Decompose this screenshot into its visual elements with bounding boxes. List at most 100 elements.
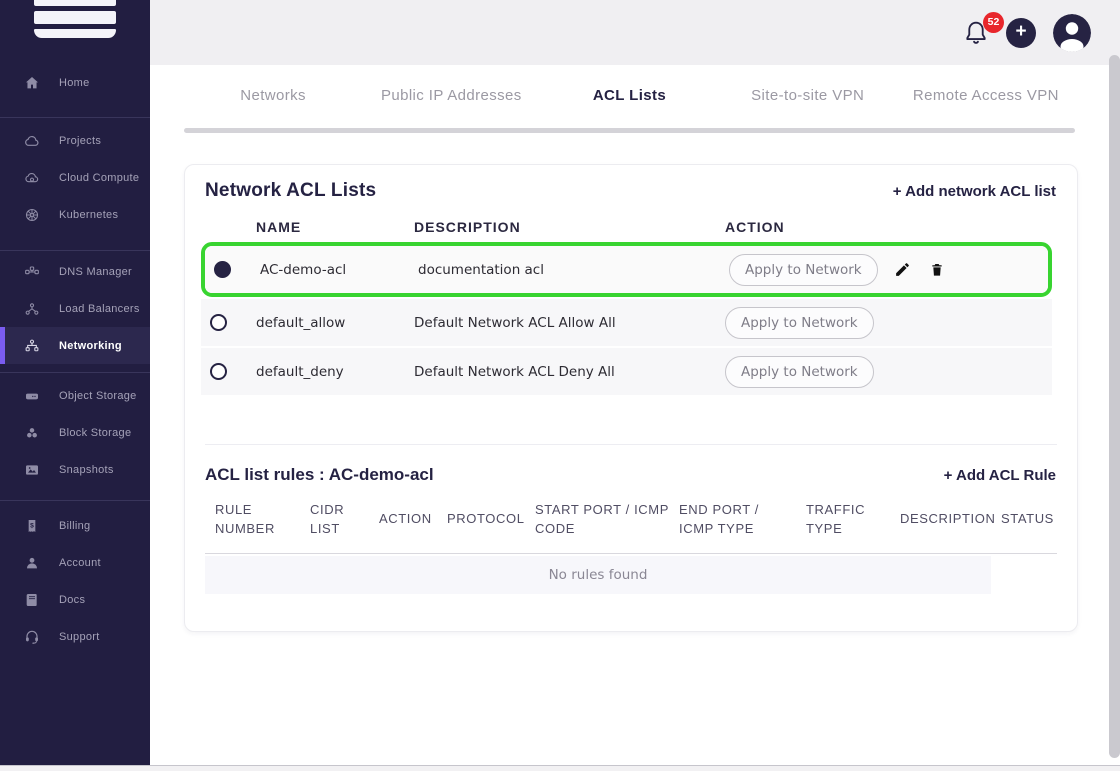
sidebar-item-label: Object Storage xyxy=(59,390,137,402)
image-icon xyxy=(24,462,40,478)
column-header-rule-number: RULE NUMBER xyxy=(215,501,310,539)
column-header-description: DESCRIPTION xyxy=(900,510,1001,529)
sidebar-item-load-balancers[interactable]: Load Balancers xyxy=(0,290,150,327)
sidebar-item-label: Block Storage xyxy=(59,427,131,439)
network-tree-icon xyxy=(24,338,40,354)
acl-name: default_deny xyxy=(256,364,414,380)
acl-rules-table-header: RULE NUMBER CIDR LIST ACTION PROTOCOL ST… xyxy=(215,501,1057,539)
sidebar-item-label: Docs xyxy=(59,594,85,606)
table-row: default_allow Default Network ACL Allow … xyxy=(201,299,1052,346)
home-icon xyxy=(24,75,40,91)
sidebar-item-label: Projects xyxy=(59,135,101,147)
delete-trash-icon[interactable] xyxy=(928,261,946,279)
person-icon xyxy=(24,555,40,571)
column-header-description: DESCRIPTION xyxy=(414,219,725,235)
server-box-icon xyxy=(24,388,40,404)
acl-radio[interactable] xyxy=(210,314,227,331)
book-icon xyxy=(24,592,40,608)
sidebar-item-label: Cloud Compute xyxy=(59,172,139,184)
table-row: AC-demo-acl documentation acl Apply to N… xyxy=(205,246,1048,293)
sidebar: Home Projects Cloud Compute Kubernetes xyxy=(0,0,150,765)
rules-header-divider xyxy=(205,553,1057,554)
acl-radio[interactable] xyxy=(210,363,227,380)
sidebar-item-object-storage[interactable]: Object Storage xyxy=(0,377,150,414)
apply-to-network-button[interactable]: Apply to Network xyxy=(729,254,878,286)
tab-remote-access-vpn[interactable]: Remote Access VPN xyxy=(897,65,1075,125)
column-header-action: ACTION xyxy=(725,219,1052,235)
tab-acl-lists[interactable]: ACL Lists xyxy=(540,65,718,125)
acl-table-header: NAME DESCRIPTION ACTION xyxy=(201,216,1052,238)
column-header-status: STATUS xyxy=(1001,510,1064,529)
column-header-action: ACTION xyxy=(379,510,447,529)
column-header-protocol: PROTOCOL xyxy=(447,510,535,529)
empty-state-row: No rules found xyxy=(205,556,991,594)
sidebar-item-cloud-compute[interactable]: Cloud Compute xyxy=(0,159,150,196)
add-acl-rule-button[interactable]: + Add ACL Rule xyxy=(944,467,1056,484)
avatar-icon xyxy=(1053,14,1091,52)
page: Home Projects Cloud Compute Kubernetes xyxy=(0,0,1120,771)
apply-to-network-button[interactable]: Apply to Network xyxy=(725,307,874,339)
add-network-acl-list-button[interactable]: + Add network ACL list xyxy=(893,183,1056,200)
svg-text:$: $ xyxy=(30,522,34,529)
sidebar-nav: Home Projects Cloud Compute Kubernetes xyxy=(0,0,150,655)
headset-icon xyxy=(24,629,40,645)
sidebar-item-support[interactable]: Support xyxy=(0,618,150,655)
acl-radio-selected[interactable] xyxy=(214,261,231,278)
vertical-scrollbar[interactable] xyxy=(1109,55,1120,758)
sidebar-item-block-storage[interactable]: Block Storage xyxy=(0,414,150,451)
acl-rules-title: ACL list rules : AC-demo-acl xyxy=(205,465,434,485)
sidebar-item-snapshots[interactable]: Snapshots xyxy=(0,451,150,488)
edit-pencil-icon[interactable] xyxy=(894,261,912,279)
user-avatar[interactable] xyxy=(1053,14,1091,52)
dns-nodes-icon xyxy=(24,264,40,280)
acl-description: documentation acl xyxy=(418,262,729,278)
acl-description: Default Network ACL Allow All xyxy=(414,315,725,331)
tab-networks[interactable]: Networks xyxy=(184,65,362,125)
sidebar-item-projects[interactable]: Projects xyxy=(0,122,150,159)
sidebar-item-label: Networking xyxy=(59,340,122,352)
acl-name: AC-demo-acl xyxy=(260,262,418,278)
sidebar-item-home[interactable]: Home xyxy=(0,64,150,101)
cloud-icon xyxy=(24,133,40,149)
sidebar-item-label: Billing xyxy=(59,520,90,532)
receipt-dollar-icon: $ xyxy=(24,518,40,534)
sidebar-item-label: Kubernetes xyxy=(59,209,118,221)
column-header-start-port: START PORT / ICMP CODE xyxy=(535,501,679,539)
acl-name: default_allow xyxy=(256,315,414,331)
column-header-cidr-list: CIDR LIST xyxy=(310,501,379,539)
sidebar-item-kubernetes[interactable]: Kubernetes xyxy=(0,196,150,233)
networking-tabs: Networks Public IP Addresses ACL Lists S… xyxy=(184,65,1075,125)
column-header-end-port: END PORT / ICMP TYPE xyxy=(679,501,806,539)
acl-lists-table: NAME DESCRIPTION ACTION AC-demo-acl docu… xyxy=(201,216,1052,395)
plus-icon: + xyxy=(1015,22,1026,41)
sidebar-item-label: Home xyxy=(59,77,90,89)
tab-underline-track xyxy=(184,128,1075,133)
tab-public-ip-addresses[interactable]: Public IP Addresses xyxy=(362,65,540,125)
load-balancer-icon xyxy=(24,301,40,317)
acl-description: Default Network ACL Deny All xyxy=(414,364,725,380)
topbar: 52 + xyxy=(150,0,1120,65)
sidebar-item-docs[interactable]: Docs xyxy=(0,581,150,618)
block-cluster-icon xyxy=(24,425,40,441)
add-new-button[interactable]: + xyxy=(1006,18,1036,48)
sidebar-item-label: Load Balancers xyxy=(59,303,140,315)
table-row: default_deny Default Network ACL Deny Al… xyxy=(201,348,1052,395)
notifications-button[interactable]: 52 xyxy=(963,19,989,47)
acl-lists-title: Network ACL Lists xyxy=(205,180,376,202)
sidebar-item-networking[interactable]: Networking xyxy=(0,327,150,364)
sidebar-item-dns-manager[interactable]: DNS Manager xyxy=(0,253,150,290)
highlight-box: AC-demo-acl documentation acl Apply to N… xyxy=(201,242,1052,297)
acl-card: Network ACL Lists + Add network ACL list… xyxy=(184,164,1078,632)
cloud-compute-icon xyxy=(24,170,40,186)
tab-site-to-site-vpn[interactable]: Site-to-site VPN xyxy=(719,65,897,125)
apply-to-network-button[interactable]: Apply to Network xyxy=(725,356,874,388)
sidebar-item-billing[interactable]: $ Billing xyxy=(0,507,150,544)
column-header-traffic-type: TRAFFIC TYPE xyxy=(806,501,900,539)
sidebar-item-label: DNS Manager xyxy=(59,266,132,278)
column-header-name: NAME xyxy=(256,219,414,235)
kubernetes-wheel-icon xyxy=(24,207,40,223)
sidebar-item-label: Snapshots xyxy=(59,464,114,476)
sidebar-item-label: Support xyxy=(59,631,100,643)
sidebar-item-account[interactable]: Account xyxy=(0,544,150,581)
bottom-scrollbar-track xyxy=(0,765,1120,771)
